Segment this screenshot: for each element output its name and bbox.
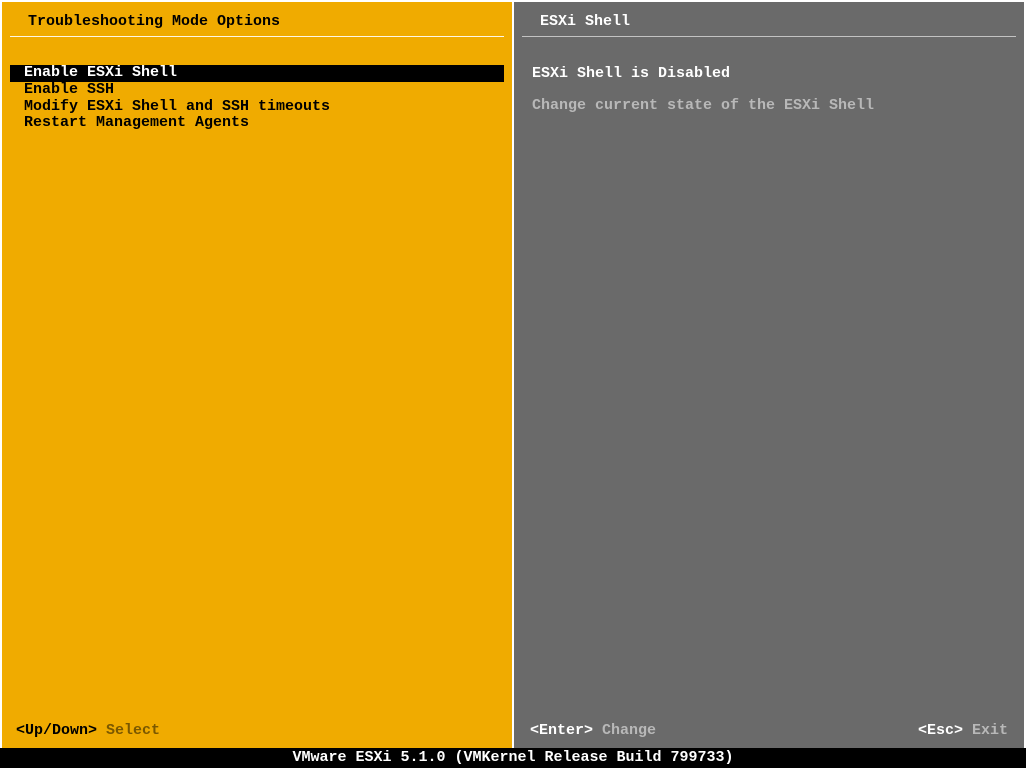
menu-item-modify-timeouts[interactable]: Modify ESXi Shell and SSH timeouts xyxy=(10,99,504,116)
left-footer-hint: <Up/Down> Select xyxy=(16,722,160,739)
right-pane-title: ESXi Shell xyxy=(522,2,1016,37)
detail-area: ESXi Shell is Disabled Change current st… xyxy=(514,37,1024,114)
hint-label-change: Change xyxy=(602,722,656,739)
left-pane-title: Troubleshooting Mode Options xyxy=(10,2,504,37)
detail-status: ESXi Shell is Disabled xyxy=(532,65,1006,82)
hint-key-enter: <Enter> xyxy=(530,722,593,739)
right-pane: ESXi Shell ESXi Shell is Disabled Change… xyxy=(513,2,1024,748)
left-pane: Troubleshooting Mode Options Enable ESXi… xyxy=(2,2,513,748)
right-footer-enter-hint: <Enter> Change xyxy=(530,722,656,739)
right-footer-esc-hint: <Esc> Exit xyxy=(918,722,1008,739)
detail-description: Change current state of the ESXi Shell xyxy=(532,97,1006,114)
menu-list: Enable ESXi Shell Enable SSH Modify ESXi… xyxy=(2,37,512,132)
hint-label-select: Select xyxy=(106,722,160,739)
hint-key-esc: <Esc> xyxy=(918,722,963,739)
dcui-screen: Troubleshooting Mode Options Enable ESXi… xyxy=(0,0,1026,748)
menu-item-enable-esxi-shell[interactable]: Enable ESXi Shell xyxy=(10,65,504,82)
status-bar: VMware ESXi 5.1.0 (VMKernel Release Buil… xyxy=(0,748,1026,768)
menu-item-enable-ssh[interactable]: Enable SSH xyxy=(10,82,504,99)
hint-key-updown: <Up/Down> xyxy=(16,722,97,739)
menu-item-restart-management-agents[interactable]: Restart Management Agents xyxy=(10,115,504,132)
hint-label-exit: Exit xyxy=(972,722,1008,739)
